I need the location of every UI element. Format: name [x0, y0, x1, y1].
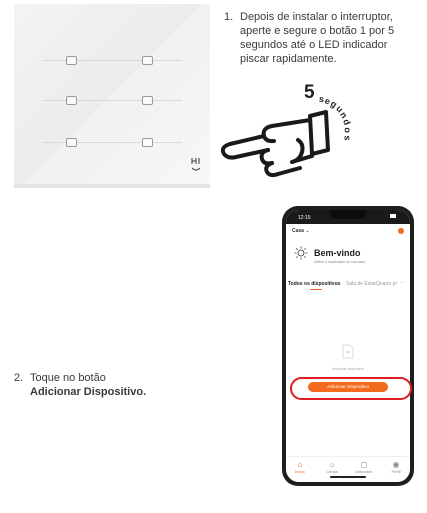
switch-panel-edge [14, 184, 210, 188]
step-2-number: 2. [14, 372, 24, 384]
timer-number: 5 [304, 82, 315, 103]
chevron-down-icon: ⌄ [305, 228, 310, 234]
button-row-1 [42, 60, 182, 61]
button-row-3 [42, 142, 182, 143]
status-time: 12:15 [298, 215, 311, 221]
switch-panel-image [14, 4, 210, 188]
tab-more-icon[interactable]: ··· [400, 280, 405, 286]
button-2-led [142, 56, 153, 65]
tab-sala-de-estar[interactable]: Sala de Estar [346, 281, 376, 287]
tab-todos-dispositivos[interactable]: Todos os dispositivos [288, 281, 340, 287]
welcome-title: Bem-vindo [314, 248, 361, 258]
button-6-led [142, 138, 153, 147]
weather-sun-icon [294, 246, 308, 260]
step-1-instruction: 1. Depois de instalar o interruptor, aper… [224, 10, 424, 66]
step-2-bold: Adicionar Dispositivo. [30, 386, 147, 398]
nav-item-cenas[interactable]: ☼ Cenas [320, 460, 344, 474]
step-2-text: Toque no botão [30, 372, 106, 384]
button-3-led [66, 96, 77, 105]
nav-label-perfil: Perfil [391, 469, 401, 474]
nav-label-inicio: Início [295, 469, 305, 474]
empty-document-icon [342, 344, 354, 359]
button-5-led [66, 138, 77, 147]
battery-icon [390, 214, 396, 218]
bottom-nav: ⌂ Início ☼ Cenas ◻ Descobrir ◉ Perfil [286, 456, 410, 482]
timer-letter-8: s [342, 135, 353, 141]
add-icon[interactable] [398, 228, 404, 234]
nav-item-descobrir[interactable]: ◻ Descobrir [352, 460, 376, 474]
home-icon: ⌂ [297, 460, 303, 469]
step-1-line-4: piscar rapidamente. [240, 53, 337, 65]
step-1-number: 1. [224, 11, 234, 23]
nav-label-descobrir: Descobrir [355, 469, 373, 474]
shop-icon: ◻ [360, 460, 368, 469]
empty-state-text: Adicionar dispositivo [332, 367, 364, 371]
add-device-highlight [290, 377, 412, 400]
sun-icon: ☼ [328, 460, 336, 469]
home-indicator [330, 476, 366, 478]
button-row-2 [42, 100, 182, 101]
phone-screen: 12:15 Casa ⌄ Bem-vindo Defina a localiza… [286, 210, 410, 482]
button-4-led [142, 96, 153, 105]
nav-label-cenas: Cenas [326, 469, 338, 474]
step-1-line-1: Depois de instalar o interruptor, [240, 11, 393, 23]
timer-letter-7: o [342, 126, 354, 134]
home-selector-label: Casa [292, 228, 304, 234]
nav-item-inicio[interactable]: ⌂ Início [288, 460, 312, 474]
step-2-instruction: 2. Toque no botão Adicionar Dispositivo. [14, 371, 214, 399]
tab-underline [310, 289, 322, 290]
brand-logo-icon [191, 158, 201, 171]
home-selector[interactable]: Casa ⌄ [292, 228, 310, 234]
profile-icon: ◉ [392, 460, 400, 469]
phone-notch [330, 210, 366, 219]
tab-quarto[interactable]: Quarto pr [376, 281, 397, 287]
nav-item-perfil[interactable]: ◉ Perfil [384, 460, 408, 474]
step-1-line-3: segundos até o LED indicador [240, 39, 388, 51]
welcome-subtitle: Defina a localização da sua casa [314, 260, 366, 264]
step-1-line-2: aperte e segure o botão 1 por 5 [240, 25, 395, 37]
button-1-led [66, 56, 77, 65]
